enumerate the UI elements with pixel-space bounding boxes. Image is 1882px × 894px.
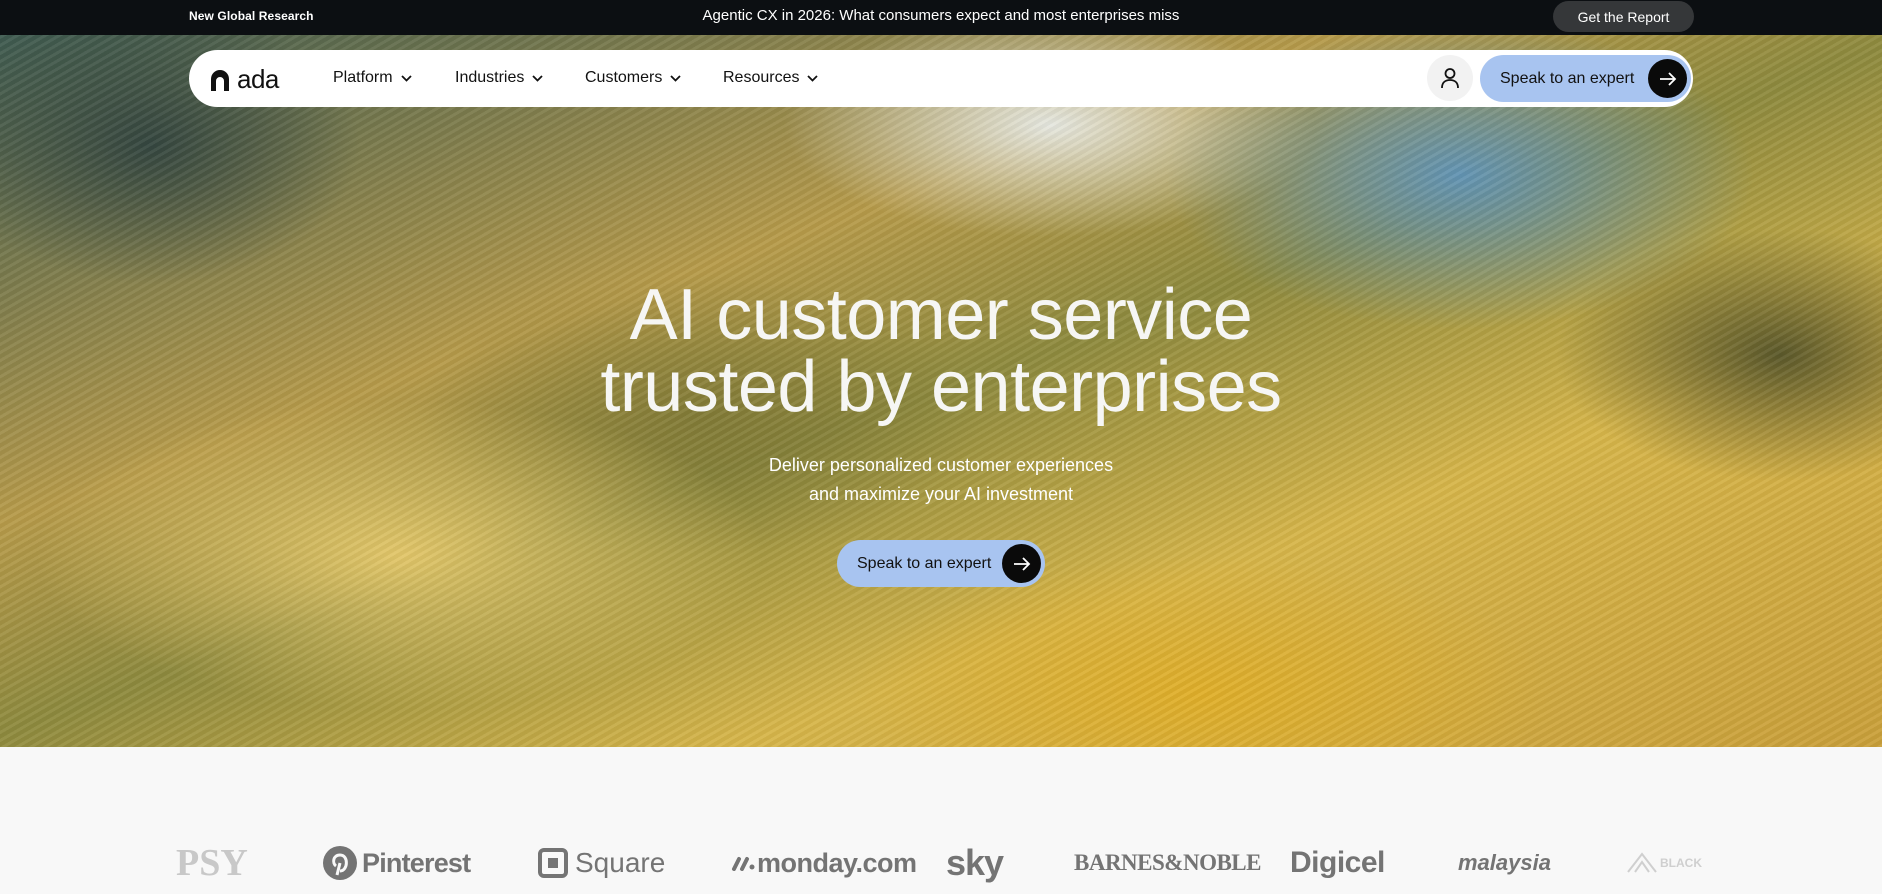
pinterest-icon [323,846,357,880]
nav-customers-label: Customers [585,69,663,86]
nav-industries-label: Industries [455,69,525,86]
hero-subtitle-line2: and maximize your AI investment [808,484,1074,504]
logo-sky: sky [946,842,1004,883]
chevron-down-icon [807,74,819,82]
account-button[interactable] [1427,55,1473,101]
nav-speak-expert-button[interactable]: Speak to an expert [1480,55,1691,102]
get-report-button[interactable]: Get the Report [1553,1,1694,32]
square-icon [538,848,568,878]
arrow-right-icon [1002,544,1041,583]
logo-pinterest: Pinterest [322,840,471,886]
nav-platform[interactable]: Platform [333,69,412,87]
chevron-down-icon [400,74,412,82]
hero-speak-expert-label: Speak to an expert [857,554,992,572]
main-nav: ada Platform Industries Customers Resour… [189,50,1693,107]
hero-subtitle-line1: Deliver personalized customer experience… [768,455,1114,475]
hero-title-line1: AI customer service [629,275,1253,355]
user-icon [1441,68,1459,89]
nav-industries[interactable]: Industries [455,69,544,87]
logo-black: BLACK [1626,840,1702,886]
nav-speak-expert-label: Speak to an expert [1500,69,1635,87]
monday-icon [732,857,755,871]
announcement-bar: New Global Research Agentic CX in 2026: … [0,0,1882,35]
logo-malaysia: malaysia [1458,850,1551,875]
nav-resources-label: Resources [723,69,800,86]
nav-resources[interactable]: Resources [723,69,819,87]
customer-logos: PSY Pinterest Square monday.com sky BARN… [170,840,1710,890]
logo-monday: monday.com [731,840,917,886]
logo-digicel: Digicel [1290,846,1385,879]
nav-customers[interactable]: Customers [585,69,681,87]
logo-psy: PSY [176,842,248,884]
arrow-right-icon [1648,59,1687,98]
brand-mark-icon [1627,852,1657,873]
ada-logo-icon [211,69,229,91]
hero-title-line2: trusted by enterprises [600,347,1282,427]
logo-wordmark: ada [237,64,279,94]
chevron-down-icon [670,74,681,82]
ada-logo[interactable]: ada [209,64,279,95]
chevron-down-icon [532,74,544,82]
logo-square: Square [538,840,665,886]
logo-barnes-noble: BARNES&NOBLE [1074,850,1261,875]
hero-speak-expert-button[interactable]: Speak to an expert [837,540,1045,587]
nav-platform-label: Platform [333,69,393,86]
